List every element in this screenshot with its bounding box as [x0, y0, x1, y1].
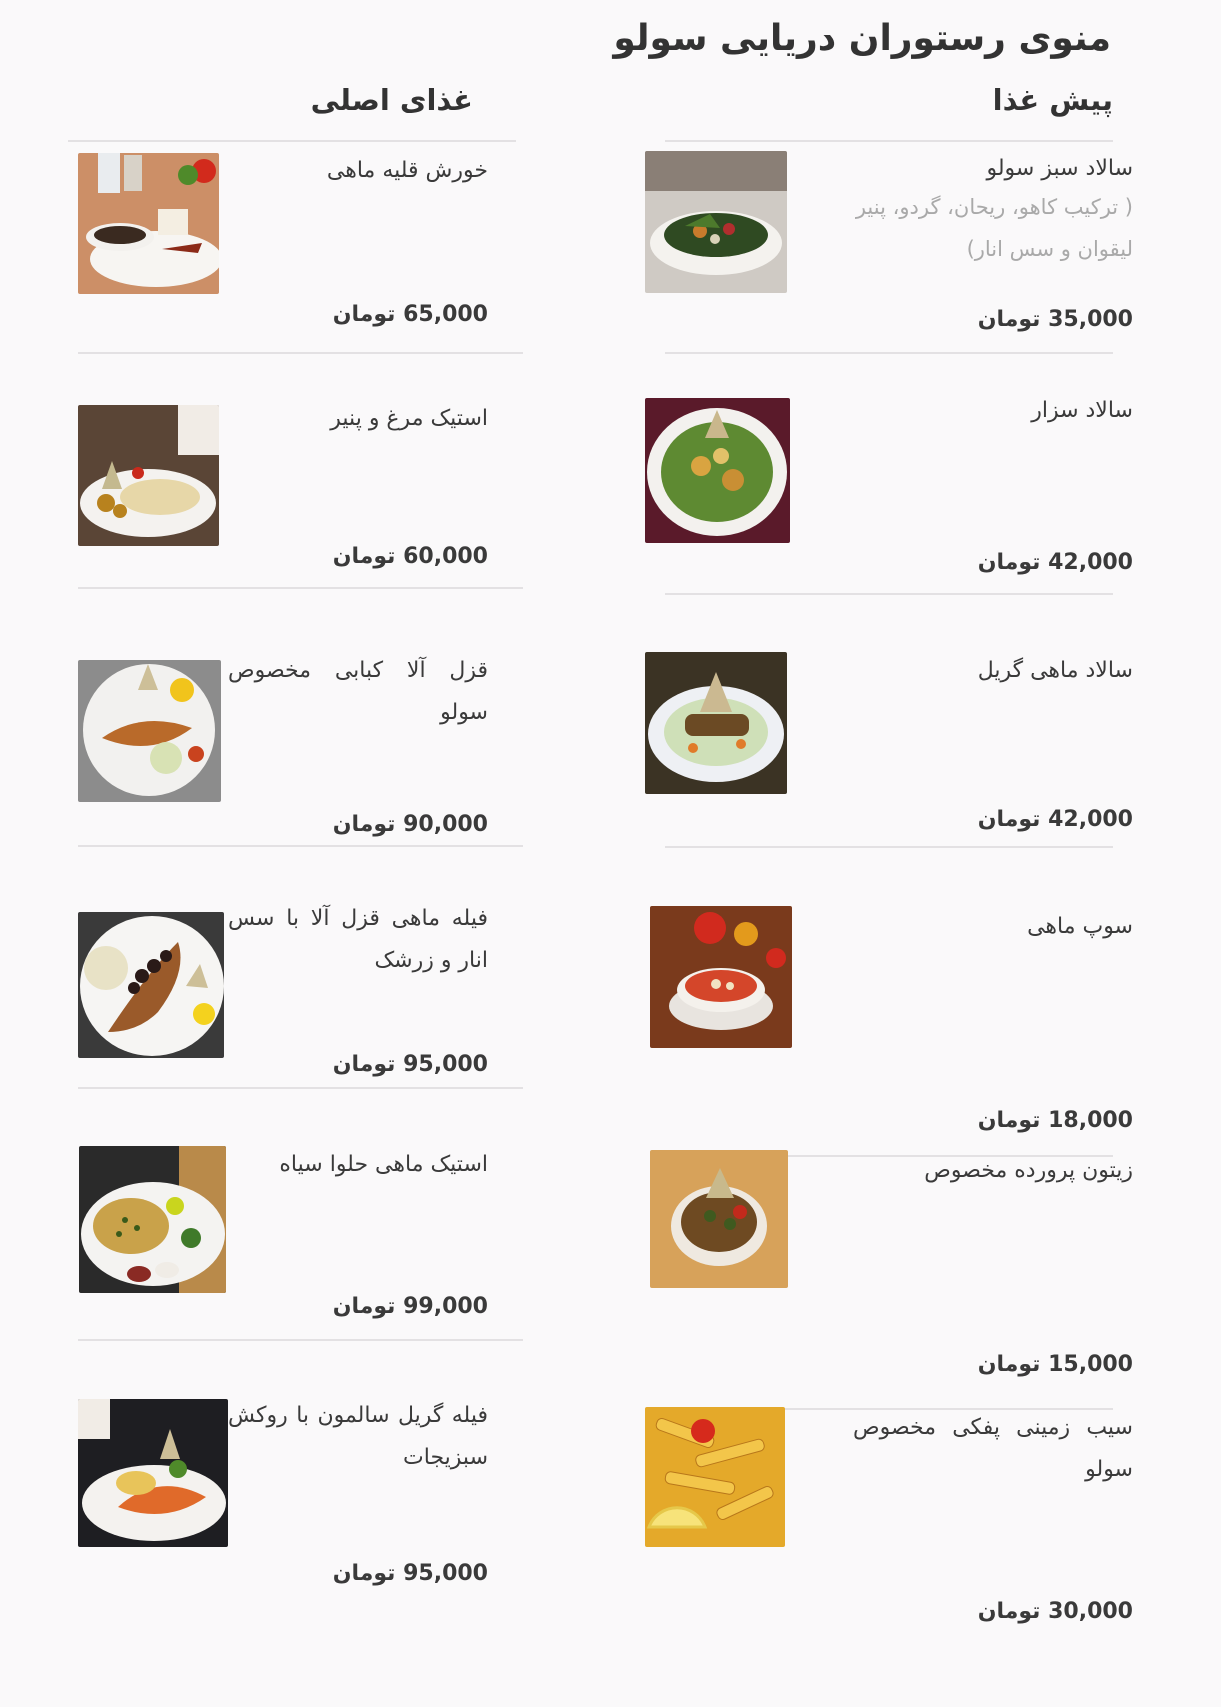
- item-divider: [78, 587, 523, 589]
- grilled-trout-photo: [78, 660, 221, 802]
- fries-photo: [645, 1407, 785, 1547]
- item-name: سالاد ماهی گریل: [977, 658, 1133, 683]
- grilled-fish-salad-photo: [645, 652, 787, 794]
- item-price: 18,000 تومان: [977, 1108, 1133, 1133]
- section-heading-appetizers: پیش غذا: [992, 83, 1113, 117]
- item-divider: [78, 1087, 523, 1089]
- item-price: 60,000 تومان: [332, 544, 488, 569]
- item-price: 95,000 تومان: [332, 1561, 488, 1586]
- item-price: 15,000 تومان: [977, 1352, 1133, 1377]
- item-price: 65,000 تومان: [332, 302, 488, 327]
- item-divider: [665, 593, 1113, 595]
- item-divider: [78, 845, 523, 847]
- item-description: ( ترکیب کاهو، ریحان، گردو، پنیر لیقوان و…: [855, 195, 1133, 261]
- item-price: 30,000 تومان: [977, 1599, 1133, 1624]
- item-price: 99,000 تومان: [332, 1294, 488, 1319]
- item-name: سیب زمینی پفکی مخصوص سولو: [853, 1415, 1133, 1482]
- item-divider: [78, 1339, 523, 1341]
- item-name: خورش قلیه ماهی: [326, 158, 488, 183]
- appetizers-column: پیش غذا سالاد سبز سولو ( ترکیب کاهو، ریح…: [645, 80, 1133, 1624]
- item-name: سالاد سزار: [1031, 398, 1133, 423]
- item-name: استیک مرغ و پنیر: [330, 406, 488, 431]
- item-price: 35,000 تومان: [977, 307, 1133, 332]
- chicken-steak-photo: [78, 405, 219, 546]
- olive-photo: [650, 1150, 788, 1288]
- item-price: 42,000 تومان: [977, 550, 1133, 575]
- mains-column: غذای اصلی خورش قلیه ماهی 65,000 تومان اس…: [68, 80, 523, 1586]
- item-name: قزل آلا کبابی مخصوص سولو: [228, 658, 488, 725]
- fish-soup-photo: [650, 906, 792, 1048]
- fish-stew-photo: [78, 153, 219, 294]
- green-salad-photo: [645, 151, 787, 293]
- item-divider: [665, 846, 1113, 848]
- item-name: فیله ماهی قزل آلا با سس انار و زرشک: [228, 906, 488, 973]
- item-price: 90,000 تومان: [332, 812, 488, 837]
- item-name: زیتون پرورده مخصوص: [924, 1158, 1133, 1183]
- trout-fillet-photo: [78, 912, 224, 1058]
- salmon-fillet-photo: [78, 1399, 228, 1547]
- section-heading-mains: غذای اصلی: [310, 83, 473, 117]
- heading-divider: [68, 140, 516, 142]
- page-title: منوی رستوران دریایی سولو: [613, 18, 1111, 59]
- item-name: سوپ ماهی: [1027, 914, 1133, 939]
- pomfret-steak-photo: [79, 1146, 226, 1293]
- item-price: 95,000 تومان: [332, 1052, 488, 1077]
- item-divider: [665, 352, 1113, 354]
- item-price: 42,000 تومان: [977, 807, 1133, 832]
- item-name: سالاد سبز سولو: [986, 156, 1133, 181]
- item-divider: [78, 352, 523, 354]
- item-name: استیک ماهی حلوا سیاه: [279, 1152, 488, 1177]
- item-name: فیله گریل سالمون با روکش سبزیجات: [228, 1403, 488, 1470]
- caesar-salad-photo: [645, 398, 790, 543]
- heading-divider: [665, 140, 1113, 142]
